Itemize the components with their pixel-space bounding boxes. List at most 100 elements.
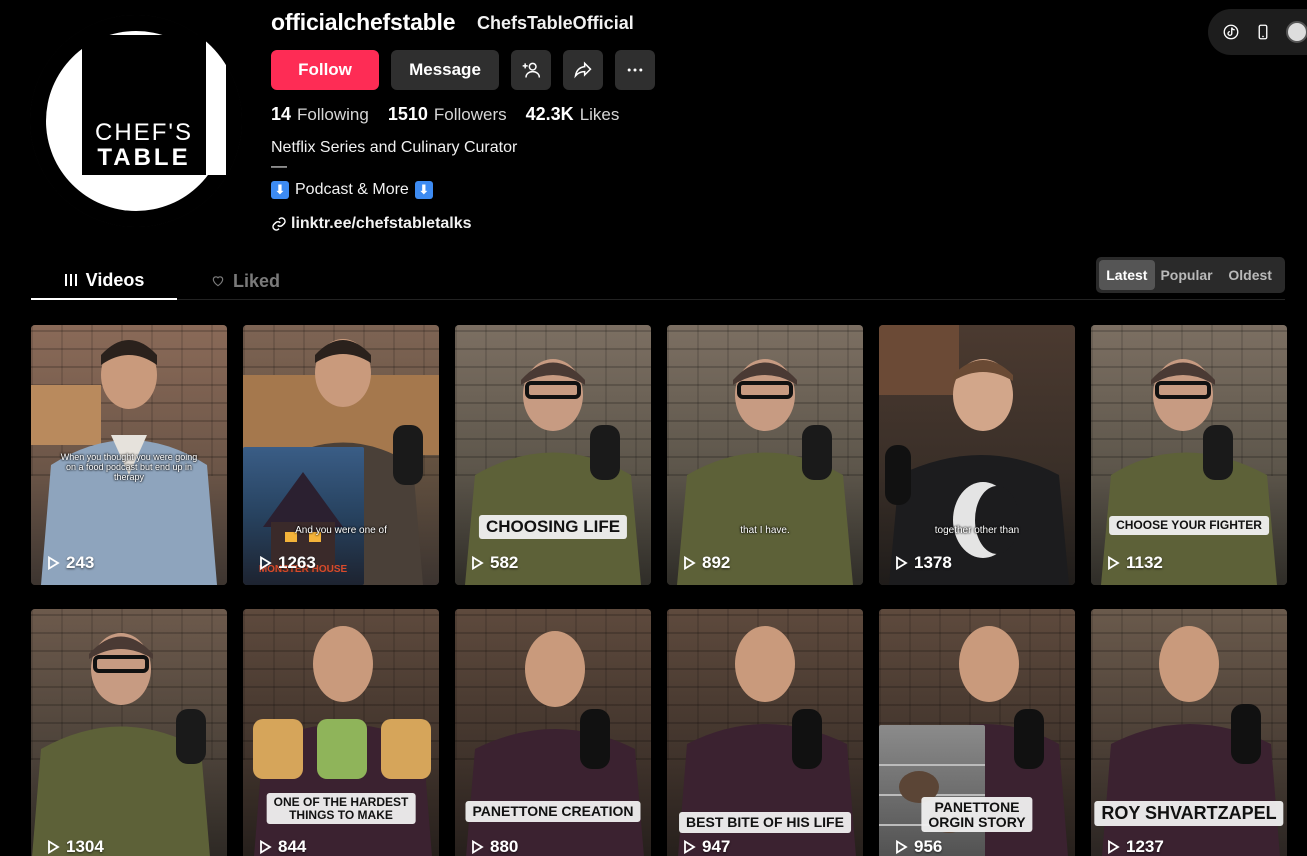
chefs-table-logo: CHEF'S TABLE xyxy=(30,15,242,227)
stat-label: Followers xyxy=(433,105,507,124)
play-icon xyxy=(684,556,696,570)
play-icon xyxy=(1108,556,1120,570)
video-subtitle: together other than xyxy=(934,525,1020,536)
video-subtitle: When you thought you were going on a foo… xyxy=(60,452,198,482)
tab-videos[interactable]: Videos xyxy=(31,262,177,300)
play-icon xyxy=(472,556,484,570)
stat-value: 14 xyxy=(271,104,292,124)
view-count: 844 xyxy=(259,837,306,856)
user-avatar[interactable] xyxy=(1286,21,1307,43)
view-count-text: 844 xyxy=(278,837,307,856)
stat-label: Following xyxy=(297,105,369,124)
video-card[interactable]: PANETTONE CREATION 880 xyxy=(455,609,651,856)
view-count-text: 892 xyxy=(702,553,731,572)
more-icon xyxy=(627,68,643,72)
link-icon xyxy=(272,217,286,231)
sort-selector: Latest Popular Oldest xyxy=(1096,257,1285,293)
sort-latest[interactable]: Latest xyxy=(1099,260,1155,290)
logo-text-chefs: CHEF'S xyxy=(95,119,193,146)
share-button[interactable] xyxy=(563,50,603,90)
bio-podcast-text: Podcast & More xyxy=(295,181,409,198)
view-count: 880 xyxy=(471,837,518,856)
play-icon xyxy=(472,840,484,854)
profile-page: CHEF'S TABLE officialchefstable ChefsTab… xyxy=(0,0,1307,856)
view-count-text: 1237 xyxy=(1126,837,1164,856)
video-card[interactable]: When you thought you were going on a foo… xyxy=(31,325,227,585)
view-count: 1132 xyxy=(1107,553,1163,573)
view-count-text: 956 xyxy=(914,837,943,856)
video-subtitle: And you were one of xyxy=(295,525,387,536)
username: officialchefstable xyxy=(271,9,456,35)
bio-link[interactable]: linktr.ee/chefstabletalks xyxy=(271,215,472,233)
tab-videos-label: Videos xyxy=(85,269,145,290)
bio-podcast-line: ⬇ Podcast & More ⬇ xyxy=(271,181,433,199)
nickname: ChefsTableOfficial xyxy=(477,13,634,33)
video-caption: ONE OF THE HARDEST THINGS TO MAKE xyxy=(266,793,416,825)
down-arrow-emoji-icon: ⬇ xyxy=(271,181,289,199)
stat-following[interactable]: 14 Following xyxy=(271,104,369,125)
play-icon xyxy=(1108,840,1120,854)
video-card[interactable]: MONSTER HOUSE And you were one of 1263 xyxy=(243,325,439,585)
play-icon xyxy=(48,840,60,854)
video-card[interactable]: ROY SHVARTZAPEL 1237 xyxy=(1091,609,1287,856)
play-icon xyxy=(260,556,272,570)
bio-link-text: linktr.ee/chefstabletalks xyxy=(291,215,472,232)
video-card[interactable]: BEST BITE OF HIS LIFE 947 xyxy=(667,609,863,856)
tab-liked-label: Liked xyxy=(233,270,281,291)
video-card[interactable]: together other than 1378 xyxy=(879,325,1075,585)
follow-button[interactable]: Follow xyxy=(271,50,379,90)
view-count: 892 xyxy=(683,553,730,573)
stat-label: Likes xyxy=(579,105,620,124)
view-count: 956 xyxy=(895,837,942,856)
share-icon xyxy=(574,61,592,79)
profile-stats: 14 Following 1510 Followers 42.3K Likes xyxy=(271,104,619,125)
heart-lock-icon xyxy=(212,276,224,287)
view-count: 1378 xyxy=(895,553,952,573)
tiktok-icon[interactable] xyxy=(1222,23,1240,41)
view-count: 1237 xyxy=(1107,837,1164,856)
play-icon xyxy=(896,556,908,570)
phone-icon[interactable] xyxy=(1254,23,1272,41)
view-count: 1304 xyxy=(47,837,104,856)
profile-avatar[interactable]: CHEF'S TABLE xyxy=(30,15,242,227)
tab-liked[interactable]: Liked xyxy=(211,262,280,300)
video-card[interactable]: CHOOSE YOUR FIGHTER 1132 xyxy=(1091,325,1287,585)
view-count-text: 582 xyxy=(490,553,519,572)
video-caption: PANETTONE CREATION xyxy=(465,801,641,822)
video-card[interactable]: PANETTONE ORGIN STORY 956 xyxy=(879,609,1075,856)
view-count-text: 1378 xyxy=(914,553,952,572)
more-button[interactable] xyxy=(615,50,655,90)
down-arrow-emoji-icon: ⬇ xyxy=(414,181,433,199)
sort-oldest[interactable]: Oldest xyxy=(1218,260,1282,290)
person-figure xyxy=(32,633,210,856)
message-button[interactable]: Message xyxy=(391,50,499,90)
view-count: 243 xyxy=(47,553,94,573)
view-count: 1263 xyxy=(259,553,316,573)
sort-popular[interactable]: Popular xyxy=(1155,260,1219,290)
video-caption: PANETTONE ORGIN STORY xyxy=(921,797,1033,833)
stat-value: 1510 xyxy=(387,104,428,124)
video-card[interactable]: ONE OF THE HARDEST THINGS TO MAKE 844 xyxy=(243,609,439,856)
play-icon xyxy=(260,840,272,854)
view-count-text: 1304 xyxy=(66,837,104,856)
view-count-text: 1132 xyxy=(1126,553,1163,572)
video-card[interactable]: 1304 xyxy=(31,609,227,856)
add-user-icon xyxy=(522,62,541,78)
video-caption: BEST BITE OF HIS LIFE xyxy=(679,812,851,833)
video-subtitle: that I have. xyxy=(740,525,790,536)
person-figure xyxy=(1101,359,1277,585)
view-count-text: 880 xyxy=(490,837,519,856)
logo-text-table: TABLE xyxy=(97,144,190,171)
play-icon xyxy=(684,840,696,854)
floating-toolbar xyxy=(1208,9,1307,55)
video-card[interactable]: CHOOSING LIFE 582 xyxy=(455,325,651,585)
video-card[interactable]: that I have. 892 xyxy=(667,325,863,585)
add-friend-button[interactable] xyxy=(511,50,551,90)
stat-value: 42.3K xyxy=(525,104,574,124)
view-count-text: 1263 xyxy=(278,553,316,572)
view-count-text: 243 xyxy=(66,553,95,572)
play-icon xyxy=(896,840,908,854)
stat-followers[interactable]: 1510 Followers xyxy=(388,104,507,125)
view-count-text: 947 xyxy=(702,837,731,856)
video-caption: CHOOSE YOUR FIGHTER xyxy=(1109,516,1269,535)
